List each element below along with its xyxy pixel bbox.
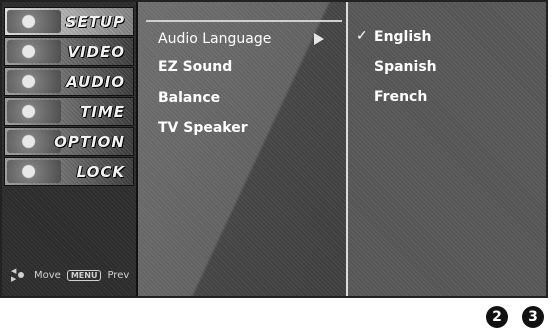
tv-menu-screen: SETUP VIDEO AUDIO TIME OPTION LOCK Move …: [0, 0, 548, 298]
sidebar-item-option[interactable]: OPTION: [4, 127, 134, 156]
video-thumb-icon: [7, 40, 61, 63]
sidebar-item-label: SETUP: [65, 12, 125, 31]
menu-item-balance[interactable]: Balance: [158, 90, 220, 106]
time-thumb-icon: [7, 100, 61, 123]
menu-key-icon: MENU: [66, 269, 102, 281]
lock-thumb-icon: [7, 160, 61, 183]
option-spanish[interactable]: Spanish: [374, 59, 437, 75]
main-menu-sidebar: SETUP VIDEO AUDIO TIME OPTION LOCK Move …: [2, 2, 138, 296]
prev-label: Prev: [107, 269, 130, 281]
move-label: Move: [34, 269, 61, 281]
navigation-help: Move MENU Prev: [11, 267, 130, 283]
sidebar-item-label: AUDIO: [66, 72, 125, 91]
divider: [146, 20, 342, 22]
menu-item-ez-sound[interactable]: EZ Sound: [158, 59, 232, 75]
menu-item-audio-language[interactable]: Audio Language: [158, 31, 271, 47]
step-badge: 3: [522, 306, 544, 328]
sidebar-item-label: TIME: [80, 102, 125, 121]
language-options-panel: ✓ English Spanish French: [348, 2, 546, 296]
sidebar-item-label: LOCK: [76, 162, 125, 181]
sidebar-item-setup[interactable]: SETUP: [4, 7, 134, 36]
checkmark-icon: ✓: [356, 28, 368, 44]
menu-item-tv-speaker[interactable]: TV Speaker: [158, 120, 248, 136]
option-french[interactable]: French: [374, 89, 427, 105]
submenu-arrow-icon: [314, 33, 324, 45]
setup-thumb-icon: [7, 10, 61, 33]
audio-thumb-icon: [7, 70, 61, 93]
option-thumb-icon: [7, 130, 61, 153]
audio-submenu: Audio Language EZ Sound Balance TV Speak…: [138, 2, 348, 296]
sidebar-item-label: OPTION: [54, 132, 125, 151]
step-badge: 2: [486, 306, 508, 328]
sidebar-item-time[interactable]: TIME: [4, 97, 134, 126]
sidebar-item-video[interactable]: VIDEO: [4, 37, 134, 66]
option-english[interactable]: English: [374, 29, 431, 45]
sidebar-item-label: VIDEO: [67, 42, 125, 61]
sidebar-item-audio[interactable]: AUDIO: [4, 67, 134, 96]
sidebar-item-lock[interactable]: LOCK: [4, 157, 134, 186]
move-dpad-icon: [11, 267, 28, 283]
